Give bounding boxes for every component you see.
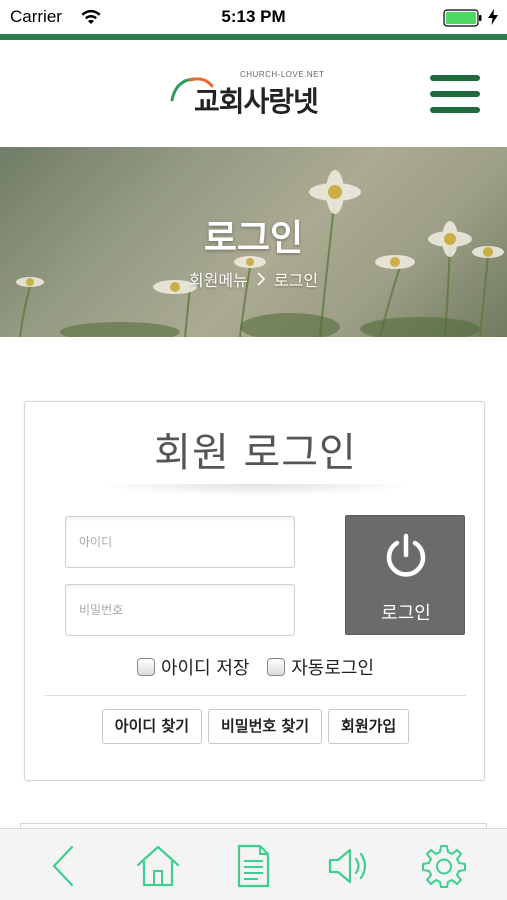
site-logo[interactable]: CHURCH-LOVE.NET 교회사랑넷	[168, 70, 333, 120]
status-time: 5:13 PM	[221, 7, 286, 26]
auto-login-label: 자동로그인	[291, 658, 375, 679]
divider	[45, 695, 466, 696]
bottom-toolbar	[0, 828, 507, 900]
login-card: 회원 로그인 로그인 아이디 저장 자동로그인 아이디 찾기 비밀번호 찾기 회…	[24, 401, 485, 781]
checkbox-box[interactable]	[267, 658, 286, 676]
breadcrumb: 회원메뉴 로그인	[0, 267, 507, 291]
chevron-right-icon	[257, 272, 265, 286]
save-id-label: 아이디 저장	[160, 658, 250, 679]
status-bar: Carrier 5:13 PM	[0, 0, 507, 34]
battery-icon	[443, 9, 482, 27]
login-title: 회원 로그인	[154, 430, 357, 476]
page: Carrier 5:13 PM CHURCH-LOVE.NET 교회사랑넷 로그…	[0, 0, 507, 900]
speaker-icon[interactable]	[326, 843, 372, 889]
find-id-button[interactable]: 아이디 찾기	[101, 709, 202, 744]
logo-title: 교회사랑넷	[194, 85, 319, 118]
login-button[interactable]: 로그인	[345, 515, 465, 635]
page-banner: 로그인 회원메뉴 로그인	[0, 147, 507, 337]
password-input[interactable]	[65, 584, 295, 636]
power-icon	[386, 533, 426, 577]
account-links: 아이디 찾기 비밀번호 찾기 회원가입	[25, 709, 486, 744]
page-title: 로그인	[203, 218, 304, 259]
auto-login-checkbox[interactable]: 자동로그인	[267, 654, 374, 680]
hamburger-menu-icon[interactable]	[430, 73, 480, 115]
login-options: 아이디 저장 자동로그인	[25, 654, 486, 682]
document-icon[interactable]	[230, 843, 276, 889]
breadcrumb-current: 로그인	[273, 271, 319, 290]
signup-button[interactable]: 회원가입	[328, 709, 410, 744]
back-icon[interactable]	[40, 843, 86, 889]
settings-icon[interactable]	[421, 843, 467, 889]
checkbox-box[interactable]	[136, 658, 155, 676]
save-id-checkbox[interactable]: 아이디 저장	[136, 654, 250, 680]
title-divider-shadow	[95, 484, 415, 496]
home-icon[interactable]	[135, 843, 181, 889]
find-password-button[interactable]: 비밀번호 찾기	[208, 709, 323, 744]
charging-icon	[488, 9, 498, 25]
login-button-label: 로그인	[381, 603, 431, 624]
breadcrumb-parent[interactable]: 회원메뉴	[189, 267, 248, 291]
header: CHURCH-LOVE.NET 교회사랑넷	[0, 40, 507, 147]
user-id-input[interactable]	[65, 516, 295, 568]
logo-subtitle: CHURCH-LOVE.NET	[240, 70, 325, 79]
